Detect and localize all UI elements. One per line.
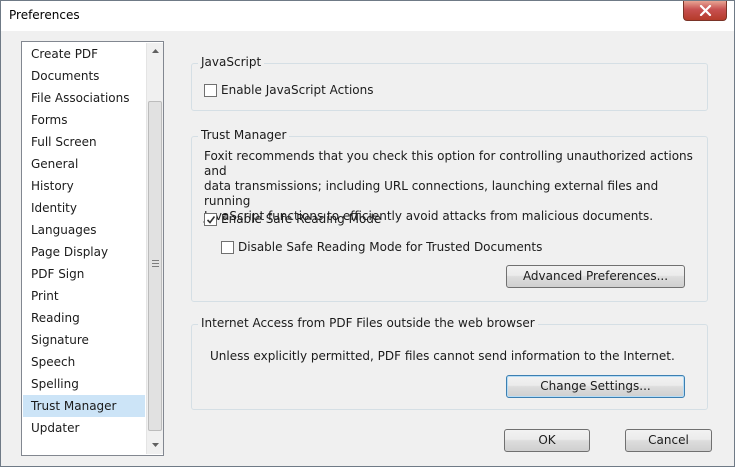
list-item-general[interactable]: General (23, 153, 145, 175)
trust-description-line-1: Foxit recommends that you check this opt… (204, 149, 693, 178)
trust-manager-group-title: Trust Manager (198, 128, 290, 142)
category-items: Create PDF Documents File Associations F… (23, 43, 145, 439)
list-item-page-display[interactable]: Page Display (23, 241, 145, 263)
preferences-window: Preferences Create PDF Documents File As… (0, 0, 735, 467)
trust-manager-group: Trust Manager Foxit recommends that you … (191, 128, 708, 302)
internet-access-message: Unless explicitly permitted, PDF files c… (210, 349, 675, 363)
window-title: Preferences (9, 8, 80, 22)
close-icon (699, 5, 712, 16)
list-item-documents[interactable]: Documents (23, 65, 145, 87)
disable-trusted-checkbox[interactable] (221, 240, 234, 254)
enable-javascript-checkbox-row[interactable]: Enable JavaScript Actions (204, 83, 374, 97)
scroll-up-arrow-icon (152, 49, 159, 53)
list-item-history[interactable]: History (23, 175, 145, 197)
list-item-forms[interactable]: Forms (23, 109, 145, 131)
scroll-grip-icon (152, 260, 159, 269)
scroll-down-button[interactable] (147, 437, 164, 454)
safe-reading-label: Enable Safe Reading Mode (221, 212, 382, 226)
list-item-file-associations[interactable]: File Associations (23, 87, 145, 109)
safe-reading-checkbox-row[interactable]: Enable Safe Reading Mode (204, 212, 381, 226)
enable-javascript-checkbox[interactable] (204, 83, 217, 97)
change-settings-button[interactable]: Change Settings... (506, 375, 685, 398)
scroll-down-arrow-icon (152, 443, 159, 447)
list-item-trust-manager[interactable]: Trust Manager (23, 395, 145, 417)
internet-access-group-title: Internet Access from PDF Files outside t… (198, 316, 538, 330)
category-list[interactable]: Create PDF Documents File Associations F… (21, 41, 164, 456)
trust-description-line-2: data transmissions; including URL connec… (204, 179, 659, 208)
list-item-updater[interactable]: Updater (23, 417, 145, 439)
disable-trusted-checkbox-row[interactable]: Disable Safe Reading Mode for Trusted Do… (221, 240, 542, 254)
checkmark-icon (206, 215, 216, 224)
javascript-group-title: JavaScript (198, 55, 265, 69)
list-item-create-pdf[interactable]: Create PDF (23, 43, 145, 65)
scroll-up-button[interactable] (147, 43, 164, 60)
list-item-full-screen[interactable]: Full Screen (23, 131, 145, 153)
list-item-languages[interactable]: Languages (23, 219, 145, 241)
ok-button[interactable]: OK (504, 429, 590, 452)
dialog-content: Create PDF Documents File Associations F… (9, 31, 726, 460)
list-item-spelling[interactable]: Spelling (23, 373, 145, 395)
list-scrollbar[interactable] (146, 43, 163, 454)
list-item-signature[interactable]: Signature (23, 329, 145, 351)
internet-access-group: Internet Access from PDF Files outside t… (191, 316, 708, 410)
list-item-identity[interactable]: Identity (23, 197, 145, 219)
list-item-pdf-sign[interactable]: PDF Sign (23, 263, 145, 285)
list-item-print[interactable]: Print (23, 285, 145, 307)
javascript-group: JavaScript Enable JavaScript Actions (191, 55, 708, 111)
list-item-reading[interactable]: Reading (23, 307, 145, 329)
disable-trusted-label: Disable Safe Reading Mode for Trusted Do… (238, 240, 543, 254)
enable-javascript-label: Enable JavaScript Actions (221, 83, 374, 97)
scroll-thumb[interactable] (148, 101, 162, 431)
safe-reading-checkbox[interactable] (204, 212, 217, 226)
close-button[interactable] (683, 1, 727, 21)
advanced-preferences-button[interactable]: Advanced Preferences... (506, 265, 685, 288)
cancel-button[interactable]: Cancel (625, 429, 712, 452)
list-item-speech[interactable]: Speech (23, 351, 145, 373)
title-bar[interactable]: Preferences (1, 1, 734, 31)
